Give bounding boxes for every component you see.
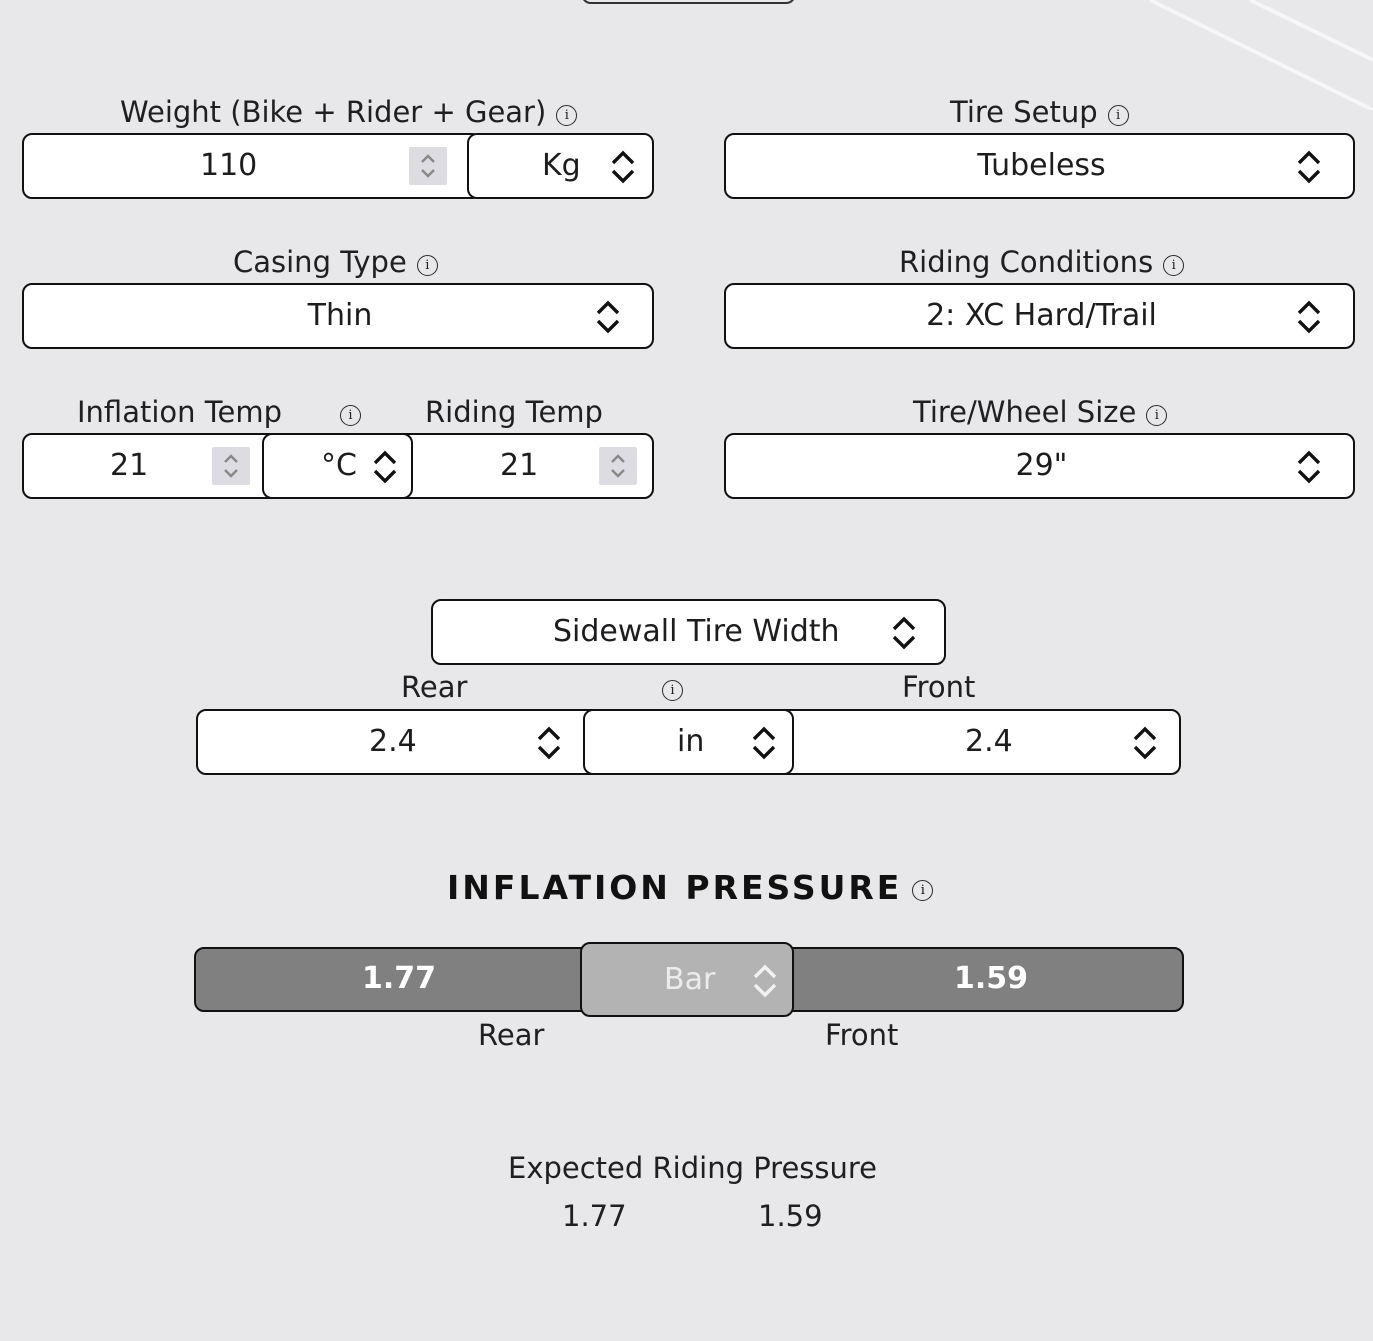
pressure-front-value: 1.59 — [954, 961, 1029, 996]
info-icon[interactable]: i — [912, 880, 934, 901]
temp-unit-value: °C — [321, 448, 357, 483]
tire-width-mode-select[interactable]: Sidewall Tire Width — [431, 599, 946, 665]
pressure-front-label: Front — [825, 1018, 899, 1052]
riding-conditions-label: Riding Conditions i — [899, 244, 1185, 280]
tire-width-info: i — [662, 669, 683, 705]
riding-temp-value[interactable]: 21 — [500, 448, 538, 484]
casing-type-label: Casing Type i — [233, 244, 438, 280]
info-icon[interactable]: i — [340, 405, 361, 426]
chevron-up-down-icon — [892, 616, 916, 650]
pressure-rear-value: 1.77 — [362, 961, 437, 996]
chevron-up-down-icon — [752, 726, 776, 760]
chevron-up-down-icon[interactable] — [534, 724, 564, 762]
weight-label: Weight (Bike + Rider + Gear) i — [120, 94, 578, 130]
inflation-temp-label: Inflation Temp — [77, 395, 283, 429]
top-tab-button[interactable] — [581, 0, 796, 4]
wheel-size-select[interactable]: 29" — [724, 433, 1355, 499]
info-icon[interactable]: i — [662, 680, 683, 701]
expected-front-value: 1.59 — [758, 1199, 823, 1233]
casing-type-value: Thin — [307, 298, 373, 333]
chevron-up-down-icon — [753, 964, 777, 998]
weight-unit-select[interactable]: Kg — [467, 133, 654, 199]
pressure-unit-select[interactable]: Bar — [580, 942, 794, 1017]
inflation-temp-value[interactable]: 21 — [110, 448, 148, 484]
tire-setup-label-text: Tire Setup — [950, 95, 1098, 129]
info-icon[interactable]: i — [1107, 105, 1129, 126]
riding-conditions-label-text: Riding Conditions — [899, 245, 1154, 279]
tire-width-front-label: Front — [902, 670, 976, 704]
tire-setup-label: Tire Setup i — [950, 94, 1129, 130]
info-icon[interactable]: i — [556, 105, 578, 126]
decorative-lines — [1149, 0, 1373, 110]
weight-input[interactable]: 110 — [22, 133, 482, 199]
pressure-unit-value: Bar — [664, 962, 716, 997]
casing-type-label-text: Casing Type — [233, 245, 407, 279]
tire-width-front-value[interactable]: 2.4 — [965, 724, 1013, 760]
chevron-up-down-icon — [1297, 150, 1321, 184]
weight-value: 110 — [200, 148, 258, 183]
wheel-size-label: Tire/Wheel Size i — [913, 394, 1168, 430]
chevron-up-down-icon — [611, 150, 635, 184]
tire-width-unit-select[interactable]: in — [583, 709, 794, 775]
chevron-up-down-icon — [596, 300, 620, 334]
riding-conditions-value: 2: XC Hard/Trail — [926, 298, 1157, 333]
chevron-up-down-icon[interactable] — [1130, 724, 1160, 762]
spinner-arrows-icon[interactable] — [409, 147, 447, 185]
riding-conditions-select[interactable]: 2: XC Hard/Trail — [724, 283, 1355, 349]
temp-unit-select[interactable]: °C — [262, 433, 413, 499]
tire-setup-value: Tubeless — [977, 148, 1106, 183]
wheel-size-label-text: Tire/Wheel Size — [913, 395, 1137, 429]
tire-width-unit-value: in — [677, 724, 705, 759]
spinner-arrows-icon[interactable] — [212, 447, 250, 485]
info-icon[interactable]: i — [416, 255, 438, 276]
chevron-up-down-icon — [1297, 450, 1321, 484]
spinner-arrows-icon[interactable] — [599, 447, 637, 485]
info-icon[interactable]: i — [1146, 405, 1168, 426]
expected-rear-value: 1.77 — [562, 1199, 627, 1233]
tire-width-rear-value[interactable]: 2.4 — [369, 724, 417, 760]
chevron-up-down-icon — [373, 450, 397, 484]
casing-type-select[interactable]: Thin — [22, 283, 654, 349]
inflation-pressure-heading: INFLATION PRESSURE i — [447, 868, 934, 908]
weight-label-text: Weight (Bike + Rider + Gear) — [120, 95, 547, 129]
weight-unit-value: Kg — [542, 148, 581, 183]
wheel-size-value: 29" — [1015, 448, 1068, 483]
expected-pressure-title: Expected Riding Pressure — [508, 1151, 878, 1185]
tire-width-rear-label: Rear — [401, 670, 468, 704]
riding-temp-label: Riding Temp — [425, 395, 603, 429]
tire-width-mode-value: Sidewall Tire Width — [553, 614, 840, 649]
temp-info-label: i — [330, 394, 361, 430]
inflation-pressure-heading-text: INFLATION PRESSURE — [447, 868, 903, 907]
info-icon[interactable]: i — [1163, 255, 1185, 276]
tire-setup-select[interactable]: Tubeless — [724, 133, 1355, 199]
pressure-rear-label: Rear — [478, 1018, 545, 1052]
chevron-up-down-icon — [1297, 300, 1321, 334]
